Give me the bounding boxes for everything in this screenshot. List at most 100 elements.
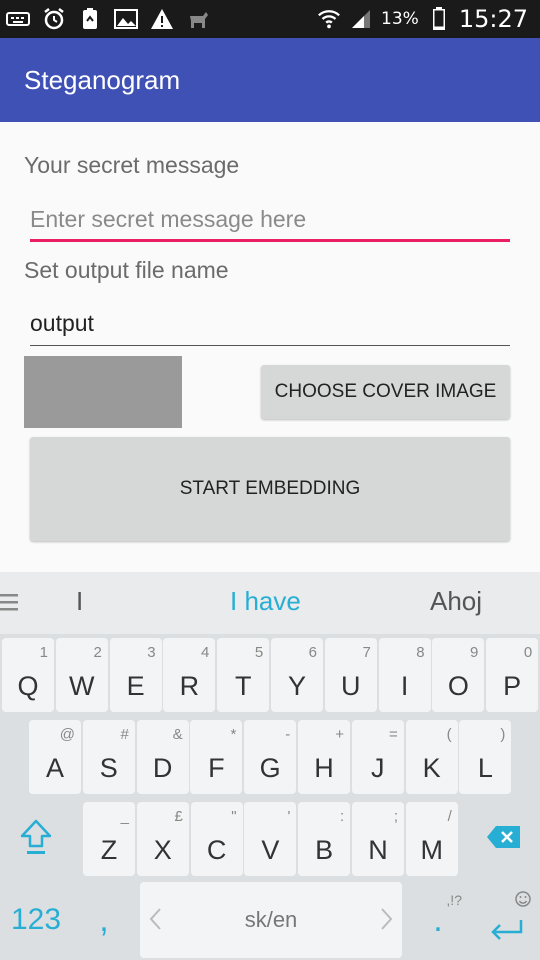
key-label: G (259, 753, 281, 783)
cover-image-preview (24, 356, 182, 428)
key-label: C (206, 835, 227, 865)
key-y[interactable]: 6Y (271, 638, 323, 712)
key-secondary-label: ) (500, 726, 506, 743)
key-l[interactable]: ) L (459, 720, 512, 794)
key-label: X (153, 835, 172, 865)
key-label: P (503, 671, 522, 701)
key-k[interactable]: (K (405, 720, 458, 794)
choose-cover-image-button[interactable]: CHOOSE COVER IMAGE (261, 365, 510, 419)
key-x[interactable]: £ X (136, 802, 189, 876)
key-secondary-label: : (340, 808, 345, 825)
soft-keyboard: I I have Ahoj 123 , sk/en . ,!? 1 Q 2 W … (0, 572, 540, 960)
key-o[interactable]: 9O (432, 638, 485, 712)
key-e[interactable]: 3E (109, 638, 162, 712)
key-f[interactable]: * F (190, 720, 243, 794)
secret-message-input[interactable]: Enter secret message here (30, 196, 510, 242)
menu-icon[interactable] (0, 592, 18, 616)
key-secondary-label: _ (120, 808, 129, 825)
battery-icon (427, 7, 451, 31)
key-secondary-label: ; (393, 808, 398, 825)
key-label: R (179, 671, 200, 701)
key-i[interactable]: 8I (378, 638, 431, 712)
key-secondary-label: = (389, 726, 398, 743)
right-arrow-icon (380, 907, 394, 935)
key-secondary-label: 6 (308, 644, 317, 661)
key-label: Y (287, 671, 306, 701)
key-secondary-label: + (335, 726, 344, 743)
key-s[interactable]: # S (82, 720, 135, 794)
numbers-key-label: 123 (10, 903, 62, 936)
key-q[interactable]: 1Q (2, 638, 54, 712)
clock: 15:27 (458, 5, 528, 33)
key-u[interactable]: 7U (324, 638, 377, 712)
key-label: O (447, 671, 469, 701)
app-bar: Steganogram (0, 38, 540, 122)
suggestion-1[interactable]: I (76, 586, 83, 617)
input-focus-underline (30, 239, 510, 242)
signal-icon (349, 7, 373, 31)
key-area: 123 , sk/en . ,!? 1 Q 2 W 3 E 4 R 5 T 6 … (0, 634, 540, 960)
key-label: H (314, 753, 334, 783)
key-label: V (261, 835, 280, 865)
key-label: U (341, 671, 361, 701)
backspace-icon (486, 825, 522, 853)
key-label: A (45, 753, 64, 783)
key-a[interactable]: @ A (29, 720, 81, 794)
key-r[interactable]: 4R (163, 638, 216, 712)
key-t[interactable]: 5T (217, 638, 270, 712)
wifi-icon (317, 7, 341, 31)
key-j[interactable]: = J (351, 720, 404, 794)
key-secondary-label: & (172, 726, 183, 743)
period-key[interactable]: . ,!? (408, 882, 468, 958)
enter-key[interactable] (472, 882, 538, 958)
comma-key[interactable]: , (74, 882, 134, 958)
key-secondary-label: - (285, 726, 291, 743)
key-b[interactable]: :B (298, 802, 351, 876)
key-n[interactable]: ; N (352, 802, 404, 876)
key-secondary-label: ( (446, 726, 452, 743)
key-m[interactable]: / M (405, 802, 458, 876)
suggestion-3[interactable]: Ahoj (430, 586, 482, 617)
key-secondary-label: 5 (254, 644, 264, 661)
output-file-value: output (30, 309, 94, 336)
key-d[interactable]: & D (136, 720, 189, 794)
suggestion-bar: I I have Ahoj (0, 572, 540, 634)
key-p[interactable]: 0P (486, 638, 539, 712)
space-key-label: sk/en (244, 907, 298, 932)
key-label: L (477, 753, 493, 783)
start-embedding-button[interactable]: START EMBEDDING (30, 437, 510, 541)
key-secondary-label: 7 (362, 644, 371, 661)
emoji-icon (514, 890, 532, 912)
comma-key-label: , (99, 900, 109, 939)
key-label: K (422, 753, 441, 783)
period-key-label: . (433, 900, 443, 939)
backspace-key[interactable] (470, 802, 538, 876)
period-key-sub: ,!? (446, 892, 462, 908)
key-z[interactable]: _ Z (83, 802, 135, 876)
key-secondary-label: 4 (201, 644, 210, 661)
app-title: Steganogram (24, 64, 181, 95)
space-key[interactable]: sk/en (140, 882, 402, 958)
shift-icon (19, 818, 53, 860)
key-v[interactable]: ' V (244, 802, 297, 876)
secret-message-placeholder: Enter secret message here (30, 205, 307, 232)
suggestion-2[interactable]: I have (230, 586, 301, 617)
key-c[interactable]: " C (190, 802, 243, 876)
enter-icon (488, 918, 524, 948)
numbers-key[interactable]: 123 (2, 882, 70, 958)
key-g[interactable]: -G (244, 720, 297, 794)
key-label: I (400, 671, 409, 701)
key-label: E (126, 671, 145, 701)
output-file-input[interactable]: output (30, 300, 510, 346)
notification-icons (0, 7, 210, 31)
key-secondary-label: 1 (39, 644, 48, 661)
status-bar: 13% 15:27 (0, 0, 540, 38)
alarm-icon (42, 7, 66, 31)
key-h[interactable]: + H (298, 720, 350, 794)
battery-percent: 13% (381, 9, 419, 29)
system-icons: 13% 15:27 (317, 5, 540, 33)
animal-icon (186, 7, 210, 31)
keyboard-icon (6, 7, 30, 31)
shift-key[interactable] (2, 802, 70, 876)
key-w[interactable]: 2W (55, 638, 108, 712)
